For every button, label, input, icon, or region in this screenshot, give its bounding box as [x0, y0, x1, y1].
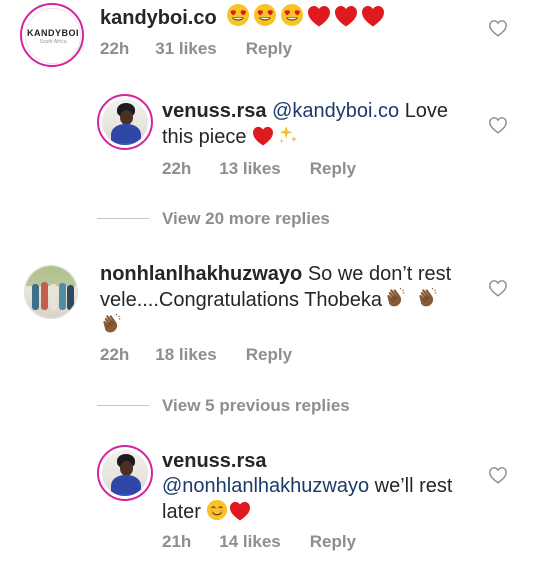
- comment-username[interactable]: kandyboi.co: [100, 7, 217, 29]
- comment-body: venuss.rsa @kandyboi.co Love this piece: [162, 99, 492, 150]
- comment-text-line2: vele....Congratulations Thobeka: [100, 289, 383, 311]
- heart-eyes-emoji-group: [226, 7, 385, 29]
- mention-link[interactable]: @kandyboi.co: [272, 100, 399, 122]
- comment-likes[interactable]: 13 likes: [219, 159, 280, 179]
- smiling-heart-eyes-emoji: [253, 3, 277, 27]
- comment-text: Love: [404, 100, 449, 122]
- comment-text-line2: later: [162, 501, 201, 523]
- view-more-replies-button[interactable]: View 20 more replies: [162, 209, 330, 229]
- comment-likes[interactable]: 14 likes: [219, 532, 280, 552]
- smiling-heart-eyes-emoji: [280, 3, 304, 27]
- comment-time: 22h: [162, 159, 192, 178]
- comment-text: we’ll rest: [374, 475, 453, 497]
- sparkles-emoji: [277, 124, 299, 146]
- replies-divider: [97, 218, 149, 219]
- smiling-face-emoji: [206, 499, 228, 521]
- avatar[interactable]: [97, 445, 153, 501]
- comment-meta: 22h 18 likes Reply: [100, 345, 292, 365]
- reply-venuss-1: venuss.rsa @kandyboi.co Love this piece …: [0, 90, 540, 190]
- heart-outline-icon[interactable]: [488, 279, 508, 297]
- comment-time: 22h: [100, 345, 130, 364]
- reply-button[interactable]: Reply: [310, 159, 356, 179]
- avatar[interactable]: [24, 265, 78, 319]
- smiling-heart-eyes-emoji: [226, 3, 250, 27]
- avatar-photo: [102, 99, 148, 145]
- avatar[interactable]: KANDYBOI South Africa: [20, 3, 84, 67]
- comment-kandyboi: KANDYBOI South Africa kandyboi.co 22h 31…: [0, 0, 540, 70]
- mention-link[interactable]: @nonhlanlhakhuzwayo: [162, 475, 369, 497]
- avatar[interactable]: [97, 94, 153, 150]
- comment-body: kandyboi.co: [100, 3, 385, 31]
- red-heart-emoji: [361, 5, 385, 27]
- replies-divider: [97, 405, 149, 406]
- comment-body: venuss.rsa @nonhlanlhakhuzwayo we’ll res…: [162, 449, 492, 525]
- reply-venuss-2: venuss.rsa @nonhlanlhakhuzwayo we’ll res…: [0, 440, 540, 560]
- heart-outline-icon[interactable]: [488, 19, 508, 37]
- clapping-hands-emoji: [416, 287, 438, 309]
- comment-time: 22h: [100, 39, 130, 58]
- comment-text: So we don’t rest: [307, 263, 452, 285]
- reply-button[interactable]: Reply: [246, 39, 292, 59]
- comment-time: 21h: [162, 532, 192, 551]
- comment-username[interactable]: venuss.rsa: [162, 100, 267, 122]
- kandyboi-logo: KANDYBOI South Africa: [25, 8, 81, 64]
- heart-outline-icon[interactable]: [488, 466, 508, 484]
- avatar-photo: [102, 450, 148, 496]
- red-heart-emoji: [252, 126, 274, 146]
- reply-button[interactable]: Reply: [310, 532, 356, 552]
- heart-outline-icon[interactable]: [488, 116, 508, 134]
- comment-username[interactable]: venuss.rsa: [162, 450, 267, 472]
- comment-nonhlanhla: nonhlanlhakhuzwayo So we don’t rest vele…: [0, 258, 540, 373]
- reply-button[interactable]: Reply: [246, 345, 292, 365]
- red-heart-emoji: [307, 5, 331, 27]
- avatar-photo: [25, 266, 77, 318]
- comment-meta: 22h 13 likes Reply: [162, 159, 356, 179]
- comment-meta: 22h 31 likes Reply: [100, 39, 292, 59]
- comment-meta: 21h 14 likes Reply: [162, 532, 356, 552]
- comment-username[interactable]: nonhlanlhakhuzwayo: [100, 263, 302, 285]
- view-previous-replies-button[interactable]: View 5 previous replies: [162, 396, 350, 416]
- comment-likes[interactable]: 18 likes: [155, 345, 216, 365]
- clapping-hands-emoji: [384, 287, 406, 309]
- comment-likes[interactable]: 31 likes: [155, 39, 216, 59]
- red-heart-emoji: [229, 501, 251, 521]
- comment-body: nonhlanlhakhuzwayo So we don’t rest vele…: [100, 262, 480, 339]
- clapping-hands-emoji: [100, 313, 122, 335]
- comment-text-line2: this piece: [162, 126, 247, 148]
- red-heart-emoji: [334, 5, 358, 27]
